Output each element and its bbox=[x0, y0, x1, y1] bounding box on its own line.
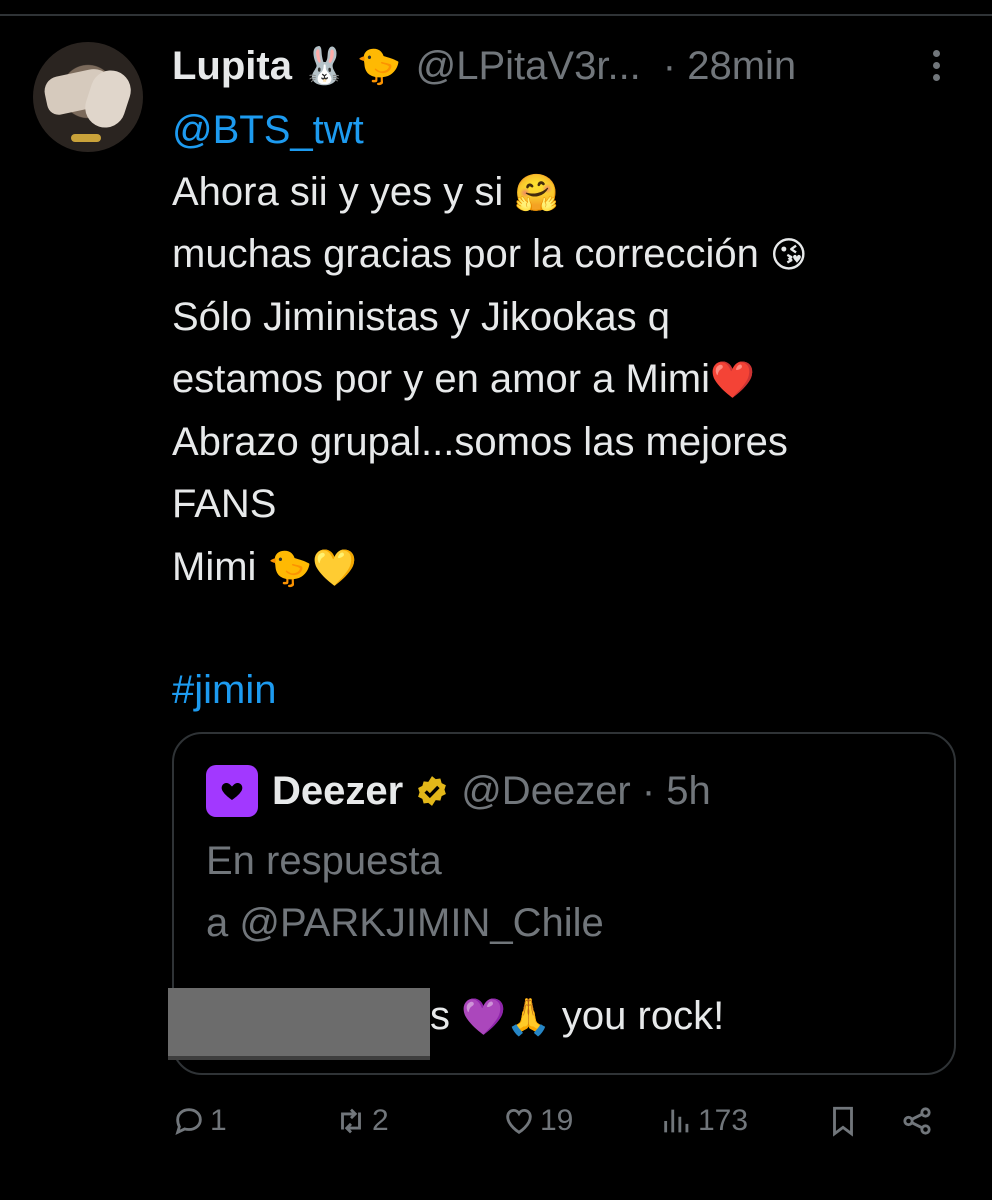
share-icon bbox=[903, 1107, 931, 1135]
heart-icon bbox=[506, 1108, 532, 1135]
tweet-line: FANS bbox=[172, 482, 277, 526]
redacted-overlay bbox=[168, 988, 430, 1060]
tweet-line: Abrazo grupal...somos las mejores bbox=[172, 419, 788, 464]
reply-count: 1 bbox=[210, 1104, 227, 1137]
bookmark-icon bbox=[833, 1106, 853, 1137]
retweet-count: 2 bbox=[372, 1104, 389, 1137]
reply-context: En respuesta a @PARKJIMIN_Chile bbox=[206, 830, 604, 954]
like-count: 19 bbox=[540, 1104, 574, 1137]
verified-badge-icon bbox=[418, 776, 447, 806]
quoted-author-handle-time[interactable]: @Deezer · 5h bbox=[461, 769, 711, 814]
views-button[interactable]: 173 bbox=[660, 1104, 748, 1138]
author-handle[interactable]: @LPitaV3r... bbox=[416, 44, 641, 89]
more-vertical-icon[interactable] bbox=[924, 46, 948, 86]
action-bar: 1 2 19 173 bbox=[172, 1104, 952, 1154]
tweet-body: @BTS_twt Ahora sii y yes y si 🤗 muchas g… bbox=[172, 100, 962, 722]
views-count: 173 bbox=[698, 1104, 749, 1137]
avatar-bracelet bbox=[71, 134, 101, 142]
tweet-timestamp[interactable]: · 28min bbox=[663, 44, 796, 89]
tweet-line: estamos por y en amor a Mimi❤️ bbox=[172, 357, 755, 401]
quoted-tweet-header: Deezer @Deezer · 5h bbox=[206, 765, 711, 817]
tweet-line: muchas gracias por la corrección 😘 bbox=[172, 232, 808, 276]
quoted-tweet-text: s 💜🙏 you rock! bbox=[430, 994, 725, 1038]
reply-prefix: En respuesta bbox=[206, 839, 442, 883]
top-divider bbox=[0, 14, 992, 16]
mention-link[interactable]: @BTS_twt bbox=[172, 108, 364, 152]
views-icon bbox=[664, 1109, 689, 1133]
tweet-line: Sólo Jiministas y Jikookas q bbox=[172, 294, 670, 339]
author-emoji-rabbit: 🐰 bbox=[301, 46, 347, 87]
bookmark-button[interactable] bbox=[826, 1104, 860, 1138]
tweet-line: Mimi 🐤💛 bbox=[172, 544, 358, 589]
author-name[interactable]: Lupita bbox=[172, 44, 292, 89]
share-button[interactable] bbox=[900, 1104, 934, 1138]
retweet-icon bbox=[341, 1108, 361, 1134]
like-button[interactable]: 19 bbox=[502, 1104, 573, 1138]
hashtag-link[interactable]: #jimin bbox=[172, 668, 276, 712]
quoted-emojis: 💜🙏 bbox=[461, 997, 551, 1038]
author-emoji-chick: 🐤 bbox=[356, 46, 402, 87]
deezer-logo-icon bbox=[206, 765, 258, 817]
reply-icon bbox=[175, 1108, 202, 1135]
tweet-line: Ahora sii y yes y si 🤗 bbox=[172, 169, 560, 214]
quoted-author-name[interactable]: Deezer bbox=[272, 769, 403, 814]
reply-to-mention[interactable]: a @PARKJIMIN_Chile bbox=[206, 892, 604, 954]
retweet-button[interactable]: 2 bbox=[334, 1104, 389, 1138]
avatar[interactable] bbox=[33, 42, 143, 152]
reply-button[interactable]: 1 bbox=[172, 1104, 227, 1138]
tweet-header: Lupita 🐰 🐤 @LPitaV3r... · 28min bbox=[172, 40, 796, 92]
